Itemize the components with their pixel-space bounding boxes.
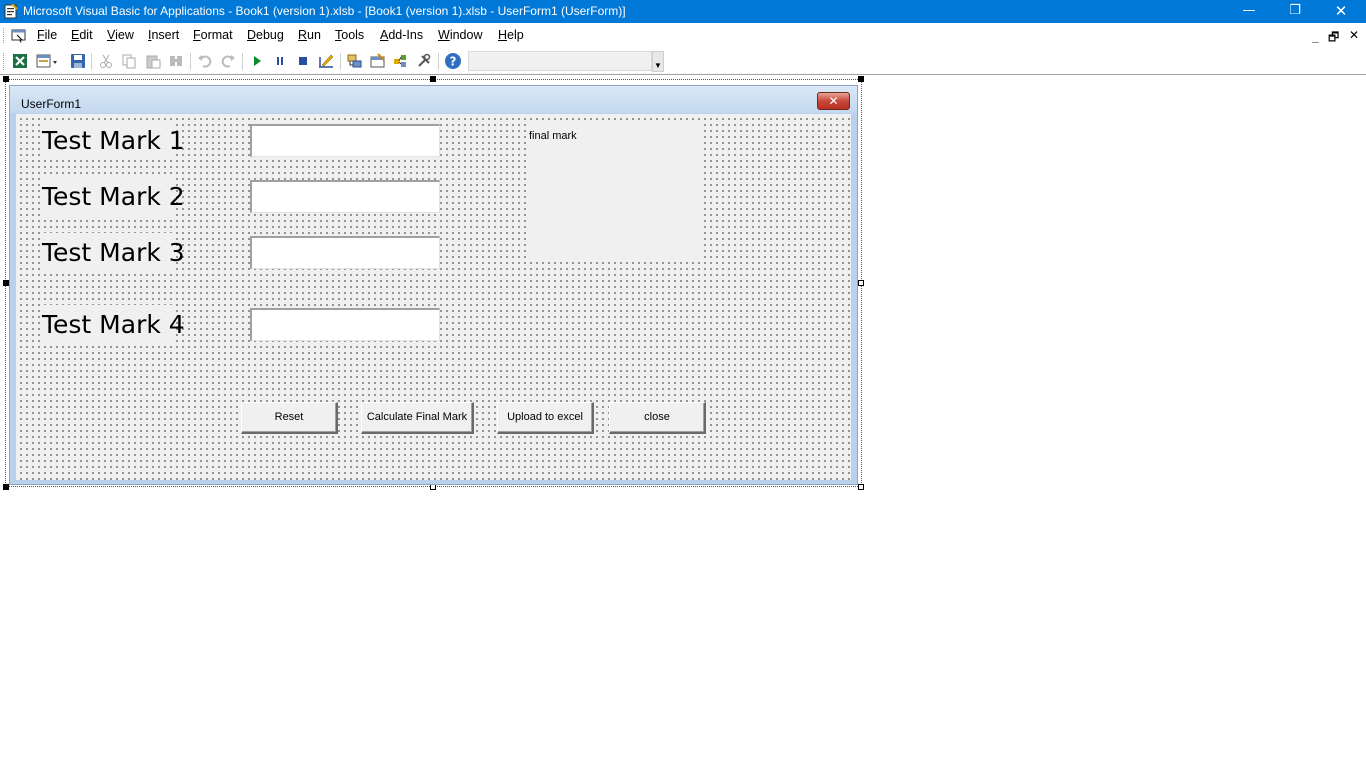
label-test-mark-4[interactable]: Test Mark 4	[42, 305, 185, 344]
form-designer-area[interactable]: UserForm1 ✕ Test Mark 1 Test Mark 2 Test…	[0, 75, 1366, 768]
toolbar-separator	[91, 53, 92, 70]
maximize-button[interactable]: ❐	[1272, 0, 1318, 23]
close-window-button[interactable]: ✕	[1318, 0, 1364, 23]
userform-document-icon[interactable]	[11, 28, 27, 43]
mdi-close-button[interactable]: ✕	[1349, 28, 1363, 42]
menu-tools[interactable]: Tools	[335, 28, 364, 42]
menu-view[interactable]: View	[107, 28, 134, 42]
label-test-mark-2[interactable]: Test Mark 2	[42, 177, 185, 216]
userform-caption-bar[interactable]: UserForm1 ✕	[10, 86, 857, 113]
resize-handle	[3, 76, 9, 82]
reset-icon[interactable]	[295, 53, 311, 69]
menu-help[interactable]: Help	[498, 28, 524, 42]
final-mark-text: final mark	[529, 130, 577, 142]
toolbox-icon[interactable]	[416, 53, 432, 69]
resize-handle	[858, 76, 864, 82]
minimize-button[interactable]: —	[1226, 0, 1272, 23]
resize-handle-right[interactable]	[858, 280, 864, 286]
find-icon[interactable]	[168, 53, 184, 69]
label-test-mark-1[interactable]: Test Mark 1	[42, 121, 185, 160]
userform-window[interactable]: UserForm1 ✕ Test Mark 1 Test Mark 2 Test…	[9, 85, 858, 485]
userform-caption: UserForm1	[21, 97, 82, 111]
mdi-restore-button[interactable]: 🗗	[1328, 28, 1342, 49]
project-explorer-icon[interactable]	[347, 53, 363, 69]
toolbar-separator	[340, 53, 341, 70]
label-test-mark-3[interactable]: Test Mark 3	[42, 233, 185, 272]
paste-icon[interactable]	[145, 53, 161, 69]
test-mark-4-input[interactable]	[250, 308, 440, 341]
close-form-button[interactable]: close	[609, 402, 706, 434]
save-icon[interactable]	[70, 53, 86, 69]
window-title: Microsoft Visual Basic for Applications …	[23, 4, 626, 18]
userform-client-area[interactable]: Test Mark 1 Test Mark 2 Test Mark 3 Test…	[16, 114, 851, 480]
userform-close-icon[interactable]: ✕	[817, 92, 850, 110]
menu-grip[interactable]	[3, 28, 6, 43]
menu-edit[interactable]: Edit	[71, 28, 93, 42]
toolbar-separator	[242, 53, 243, 70]
standard-toolbar: ? ▼	[0, 48, 1366, 74]
toolbar-overflow-chevron-icon[interactable]: ▼	[652, 51, 664, 72]
toolbar-separator	[190, 53, 191, 70]
vba-app-icon[interactable]	[4, 4, 18, 19]
toolbar-separator	[438, 53, 439, 70]
reset-button[interactable]: Reset	[241, 402, 338, 434]
menu-format[interactable]: Format	[193, 28, 233, 42]
properties-window-icon[interactable]	[370, 53, 386, 69]
final-mark-label[interactable]: final mark	[528, 124, 703, 262]
resize-handle-corner[interactable]	[858, 484, 864, 490]
menu-add-ins[interactable]: Add-Ins	[380, 28, 423, 42]
redo-icon[interactable]	[220, 53, 236, 69]
object-browser-icon[interactable]	[393, 53, 409, 69]
calculate-final-mark-button[interactable]: Calculate Final Mark	[361, 402, 474, 434]
resize-handle	[430, 76, 436, 82]
copy-icon[interactable]	[121, 53, 137, 69]
test-mark-3-input[interactable]	[250, 236, 440, 269]
window-title-bar: Microsoft Visual Basic for Applications …	[0, 0, 1366, 23]
location-indicator	[468, 51, 652, 71]
mdi-minimize-button[interactable]: _	[1312, 30, 1324, 44]
cut-icon[interactable]	[98, 53, 114, 69]
menu-bar: File Edit View Insert Format Debug Run T…	[0, 23, 1366, 48]
menu-file[interactable]: File	[37, 28, 57, 42]
insert-userform-icon[interactable]	[36, 53, 58, 69]
menu-debug[interactable]: Debug	[247, 28, 284, 42]
run-icon[interactable]	[249, 53, 265, 69]
svg-text:?: ?	[450, 55, 457, 69]
menu-run[interactable]: Run	[298, 28, 321, 42]
menu-insert[interactable]: Insert	[148, 28, 179, 42]
test-mark-1-input[interactable]	[250, 124, 440, 157]
undo-icon[interactable]	[197, 53, 213, 69]
upload-to-excel-button[interactable]: Upload to excel	[497, 402, 594, 434]
design-mode-icon[interactable]	[318, 53, 334, 69]
toolbar-grip[interactable]	[3, 53, 6, 70]
excel-view-icon[interactable]	[12, 53, 28, 69]
help-icon[interactable]: ?	[444, 52, 462, 70]
test-mark-2-input[interactable]	[250, 180, 440, 213]
menu-window[interactable]: Window	[438, 28, 482, 42]
break-icon[interactable]	[272, 53, 288, 69]
